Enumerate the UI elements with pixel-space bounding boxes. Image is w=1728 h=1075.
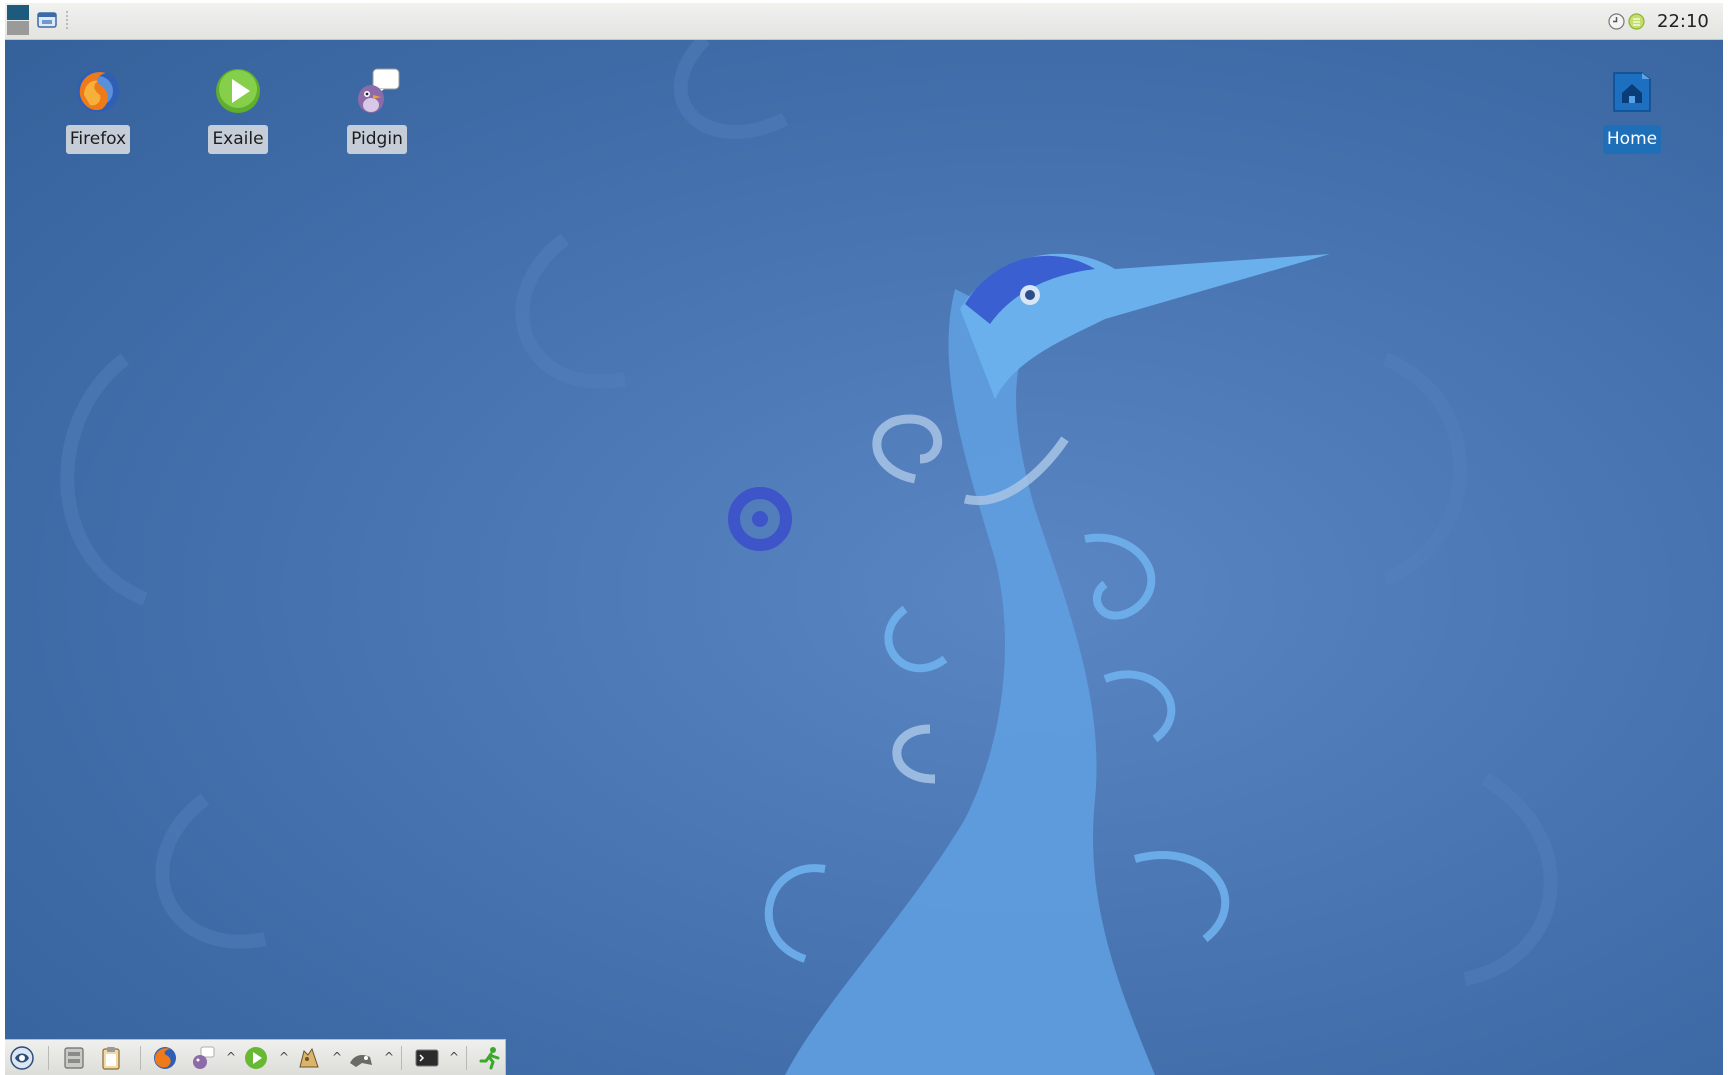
launcher-menu-arrow[interactable]: ^ <box>332 1051 342 1063</box>
desktop-icon-firefox[interactable]: Firefox <box>43 65 153 154</box>
panel-separator <box>48 1046 49 1070</box>
network-tray-icon[interactable] <box>1628 13 1645 30</box>
panel-clock[interactable]: 22:10 <box>1657 11 1709 32</box>
home-folder-icon <box>1613 72 1651 112</box>
launcher-menu-arrow[interactable]: ^ <box>449 1051 459 1063</box>
pidgin-icon <box>358 68 400 113</box>
firefox-launcher-icon[interactable] <box>152 1045 178 1071</box>
file-manager-icon[interactable] <box>61 1045 87 1071</box>
bottom-panel: ^ ^ ^ ^ ^ <box>5 1039 506 1075</box>
desktop-icon-exaile[interactable]: Exaile <box>183 65 293 154</box>
clipboard-icon[interactable] <box>98 1045 124 1071</box>
workspace-pager[interactable] <box>7 5 29 35</box>
desktop-icon-label: Exaile <box>208 125 268 154</box>
desktop-icon-pidgin[interactable]: Pidgin <box>322 65 432 154</box>
desktop-screen: 22:10 Firefox Exaile Pidgin Home ^ ^ ^ ^… <box>5 3 1723 1075</box>
pidgin-launcher-icon[interactable] <box>190 1045 216 1071</box>
launcher-menu-arrow[interactable]: ^ <box>226 1051 236 1063</box>
desktop-icon-label: Pidgin <box>347 125 407 154</box>
panel-separator <box>66 11 68 31</box>
clock-tray-icon[interactable] <box>1608 13 1625 30</box>
show-desktop-icon[interactable] <box>37 11 57 29</box>
top-panel: 22:10 <box>5 3 1723 40</box>
wallpaper-heron-art <box>60 39 1558 1075</box>
desktop-icon-label: Home <box>1602 125 1662 154</box>
terminal-launcher-icon[interactable] <box>414 1045 440 1071</box>
panel-separator <box>466 1046 467 1070</box>
panel-separator <box>401 1046 402 1070</box>
exaile-icon <box>216 69 260 113</box>
main-menu-icon[interactable] <box>9 1045 35 1071</box>
desktop-icon-home[interactable]: Home <box>1577 65 1687 154</box>
launcher-menu-arrow[interactable]: ^ <box>279 1051 289 1063</box>
gimp-wilber-icon[interactable] <box>348 1045 374 1071</box>
workspace-1[interactable] <box>7 5 29 20</box>
desktop-icon-label: Firefox <box>65 125 131 154</box>
exaile-launcher-icon[interactable] <box>243 1045 269 1071</box>
gimp-launcher-icon[interactable] <box>296 1045 322 1071</box>
run-launcher-icon[interactable] <box>477 1045 503 1071</box>
launcher-menu-arrow[interactable]: ^ <box>384 1051 394 1063</box>
firefox-icon <box>77 70 119 112</box>
workspace-2[interactable] <box>7 21 29 35</box>
panel-separator <box>140 1046 141 1070</box>
